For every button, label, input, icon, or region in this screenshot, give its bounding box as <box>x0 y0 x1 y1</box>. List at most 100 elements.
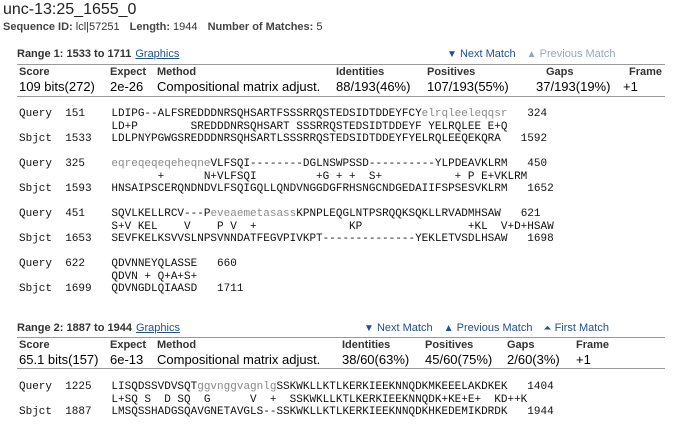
range-2-first-match-link[interactable]: ⏶ First Match <box>544 322 609 334</box>
range-2-next-match-link[interactable]: ▼ Next Match <box>364 322 433 334</box>
alignment-line: S+V KEL V P V + KP +KL V+D+HSAW <box>19 220 554 234</box>
range-1-title: Range 1: 1533 to 1711 <box>17 48 132 60</box>
score-value: 109 bits(272) <box>19 79 95 94</box>
alignment-line: L+SQ S D SQ G V + SSKWKLLKTLKERKIEEKNNQD… <box>19 394 554 407</box>
range-1-heading: Range 1: 1533 to 1711 Graphics <box>17 48 179 60</box>
sequence-segment: 324 <box>507 108 548 120</box>
method-value: Compositional matrix adjust. <box>157 79 321 94</box>
sequence-segment: Query 151 LDIPG--ALFSREDDDNRSQHSARTFSSSR… <box>19 108 422 120</box>
down-triangle-icon: ▼ <box>364 323 374 334</box>
stats-header: Expect <box>110 66 147 78</box>
sequence-segment: LD+P SREDDDNRSQHSART SSSRRQSTEDSIDTDDEYF… <box>19 120 508 133</box>
range-2-graphics-link[interactable]: Graphics <box>136 322 180 334</box>
range-2-nav: ▼ Next Match ▲ Previous Match ⏶ First Ma… <box>356 322 609 334</box>
length-label: Length: <box>129 21 170 33</box>
range-2-title: Range 2: 1887 to 1944 <box>17 322 132 334</box>
range-2-stats-divider <box>17 368 665 369</box>
sequence-segment: S+V KEL V P V + KP +KL V+D+HSAW <box>19 220 554 233</box>
positives-value: 45/60(75%) <box>425 352 493 367</box>
sequence-segment: Query 451 SQVLKELLRCV---P <box>19 208 211 220</box>
range-2-previous-match-link[interactable]: ▲ Previous Match <box>444 322 533 334</box>
sequence-segment: QDVN + Q+A+S+ <box>19 270 198 283</box>
page-title: unc-13:25_1655_0 <box>3 1 137 18</box>
sequence-segment: Sbjct 1533 LDLPNYPGWGSREDDDNRSQHSARTLSSS… <box>19 133 548 145</box>
length-value: 1944 <box>173 21 198 33</box>
alignment-line: Query 451 SQVLKELLRCV---PeveaemetasassKP… <box>19 208 554 221</box>
range-2-heading: Range 2: 1887 to 1944 Graphics <box>17 322 180 334</box>
alignment-line: Query 151 LDIPG--ALFSREDDDNRSQHSARTFSSSR… <box>19 108 554 121</box>
alignment-line: Query 622 QDVNNEYQLASSE 660 <box>19 258 554 271</box>
expect-value: 2e-26 <box>110 79 144 94</box>
stats-header: Positives <box>427 66 476 78</box>
method-value: Compositional matrix adjust. <box>157 352 321 367</box>
down-triangle-icon: ▼ <box>447 49 457 60</box>
stats-header: Method <box>157 66 197 78</box>
first-match-label: First Match <box>554 322 609 334</box>
next-match-label: Next Match <box>376 322 433 334</box>
sequence-segment: Sbjct 1653 SEVFKELKSVVSLNPSVNNDATFEGVPIV… <box>19 233 554 245</box>
stats-header: Frame <box>629 66 663 78</box>
alignment-line: Sbjct 1533 LDLPNYPGWGSREDDDNRSQHSARTLSSS… <box>19 133 554 146</box>
stats-header: Identities <box>336 66 385 78</box>
positives-value: 107/193(55%) <box>427 79 509 94</box>
range-1-divider <box>17 64 665 65</box>
identities-value: 88/193(46%) <box>336 79 411 94</box>
sequence-segment: VLFSQI--------DGLNSWPSSD----------YLPDEA… <box>210 158 548 170</box>
range-1-next-match-link[interactable]: ▼ Next Match <box>447 48 516 60</box>
range-1-previous-match-link: ▲ Previous Match <box>527 48 616 60</box>
alignment-line <box>19 146 554 159</box>
alignment-line: Sbjct 1699 QDVNGDLQIAASD 1711 <box>19 283 554 296</box>
sequence-id-label: Sequence ID: <box>3 21 73 33</box>
alignment-line <box>19 196 554 209</box>
stats-header: Gaps <box>507 339 535 351</box>
sequence-segment: Query 1225 LISQDSSVDVSQT <box>19 381 198 393</box>
alignment-line <box>19 246 554 259</box>
range-1-alignment: Query 151 LDIPG--ALFSREDDDNRSQHSARTFSSSR… <box>19 108 554 296</box>
stats-header: Expect <box>110 339 147 351</box>
stats-header: Positives <box>425 339 474 351</box>
frame-value: +1 <box>623 79 638 94</box>
alignment-line: Sbjct 1887 LMSQSSHADGSQAVGNETAVGLS--SSKW… <box>19 406 554 419</box>
previous-match-label: Previous Match <box>456 322 533 334</box>
low-complexity-segment: elrqleeleqqsr <box>421 108 508 120</box>
range-2-stats: Score Expect Method Identities Positives… <box>19 339 665 369</box>
stats-header: Identities <box>342 339 391 351</box>
sequence-segment: Sbjct 1593 HNSAIPSCERQNDNDVLFSQIGQLLQNDV… <box>19 183 554 195</box>
gaps-value: 2/60(3%) <box>507 352 560 367</box>
double-up-triangle-icon: ⏶ <box>543 323 552 334</box>
alignment-line: Sbjct 1593 HNSAIPSCERQNDNDVLFSQIGQLLQNDV… <box>19 183 554 196</box>
alignment-line: LD+P SREDDDNRSQHSART SSSRRQSTEDSIDTDDEYF… <box>19 121 554 134</box>
identities-value: 38/60(63%) <box>342 352 410 367</box>
range-1-nav: ▼ Next Match ▲ Previous Match <box>439 48 615 60</box>
stats-header: Gaps <box>546 66 574 78</box>
sequence-segment: SSKWKLLKTLKERKIEEKNNQDKMKEEELAKDKEK 1404 <box>276 381 554 393</box>
range-1-stats-divider <box>17 96 665 97</box>
stats-header: Frame <box>576 339 610 351</box>
up-triangle-icon: ▲ <box>443 323 454 334</box>
low-complexity-segment: eveaemetasass <box>210 208 297 220</box>
sequence-id-value: lcl|57251 <box>75 21 120 33</box>
sequence-segment: + N+VLFSQI +G + + S+ + P E+VKLRM <box>19 170 528 183</box>
alignment-line: QDVN + Q+A+S+ <box>19 271 554 284</box>
next-match-label: Next Match <box>459 48 516 60</box>
sequence-segment: Query 622 QDVNNEYQLASSE 660 <box>19 258 237 270</box>
alignment-line: + N+VLFSQI +G + + S+ + P E+VKLRM <box>19 171 554 184</box>
alignment-line: Sbjct 1653 SEVFKELKSVVSLNPSVNNDATFEGVPIV… <box>19 233 554 246</box>
low-complexity-segment: ggvnggvagnlg <box>197 381 277 393</box>
sequence-segment: Query 325 <box>19 158 112 170</box>
sequence-segment: Sbjct 1887 LMSQSSHADGSQAVGNETAVGLS--SSKW… <box>19 406 554 418</box>
matches-value: 5 <box>316 21 323 33</box>
stats-header: Method <box>157 339 197 351</box>
up-triangle-icon: ▲ <box>526 49 537 60</box>
range-2-divider <box>17 337 665 338</box>
range-2-alignment: Query 1225 LISQDSSVDVSQTggvnggvagnlgSSKW… <box>19 381 554 419</box>
range-1-graphics-link[interactable]: Graphics <box>135 48 179 60</box>
matches-label: Number of Matches: <box>207 21 314 33</box>
alignment-line: Query 1225 LISQDSSVDVSQTggvnggvagnlgSSKW… <box>19 381 554 394</box>
range-1-stats: Score Expect Method Identities Positives… <box>19 66 665 96</box>
low-complexity-segment: eqreqeqeqeheqne <box>111 158 211 170</box>
sequence-segment: Sbjct 1699 QDVNGDLQIAASD 1711 <box>19 283 244 295</box>
stats-header: Score <box>19 339 50 351</box>
sequence-segment: KPNPLEQGLNTPSRQQKSQKLLRVADMHSAW 621 <box>296 208 541 220</box>
stats-header: Score <box>19 66 50 78</box>
